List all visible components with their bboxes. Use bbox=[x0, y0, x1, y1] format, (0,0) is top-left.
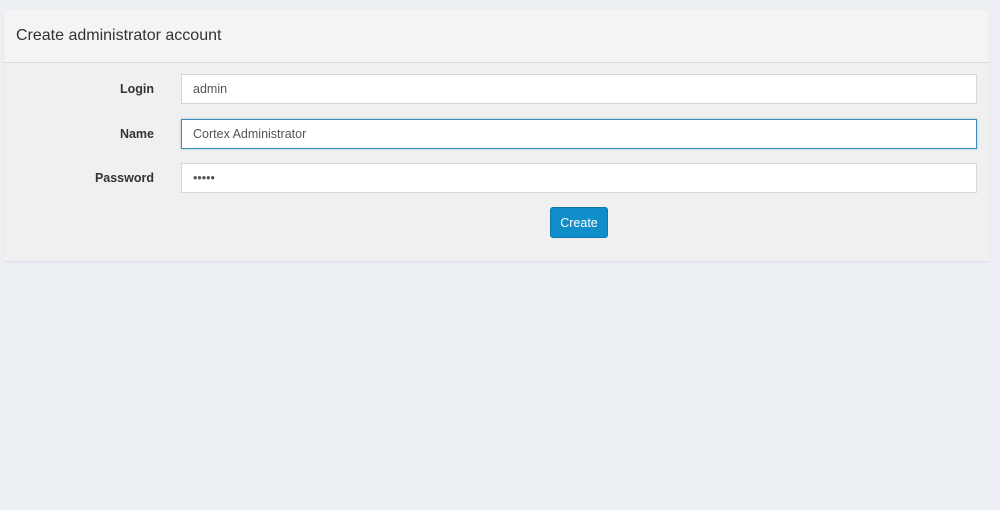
password-row: Password bbox=[4, 163, 989, 193]
name-row: Name bbox=[4, 119, 989, 149]
name-input[interactable] bbox=[181, 119, 977, 149]
create-button[interactable]: Create bbox=[550, 207, 608, 238]
login-row: Login bbox=[4, 74, 989, 104]
create-admin-panel: Create administrator account Login Name … bbox=[4, 10, 989, 261]
password-label: Password bbox=[94, 171, 154, 185]
create-admin-form: Login Name Password Create bbox=[4, 63, 989, 261]
name-label: Name bbox=[119, 127, 154, 141]
panel-header: Create administrator account bbox=[4, 10, 989, 63]
panel-title: Create administrator account bbox=[16, 27, 222, 44]
password-input[interactable] bbox=[181, 163, 977, 193]
login-label: Login bbox=[119, 82, 154, 96]
login-input[interactable] bbox=[181, 74, 977, 104]
